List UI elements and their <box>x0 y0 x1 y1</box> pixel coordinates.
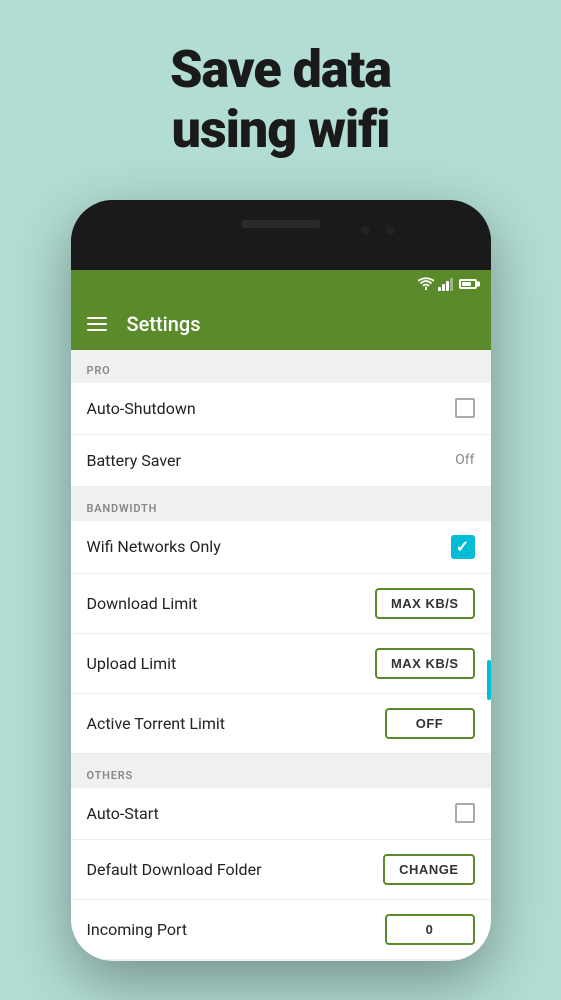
page-header: Save data using wifi <box>0 0 561 190</box>
incoming-port-label: Incoming Port <box>87 920 188 939</box>
app-toolbar: Settings <box>71 298 491 350</box>
row-upload-limit: Upload Limit MAX KB/S <box>71 634 491 694</box>
section-pro-header: PRO <box>71 350 491 383</box>
active-torrent-label: Active Torrent Limit <box>87 714 226 733</box>
phone-mockup: Settings PRO Auto-Shutdown Battery Saver… <box>0 190 561 961</box>
row-default-download-folder: Default Download Folder CHANGE <box>71 840 491 900</box>
headline: Save data using wifi <box>0 40 561 160</box>
auto-start-checkbox[interactable] <box>455 803 475 823</box>
wifi-status-icon <box>418 277 434 290</box>
download-limit-label: Download Limit <box>87 594 198 613</box>
battery-saver-label: Battery Saver <box>87 451 181 470</box>
wifi-networks-checkbox[interactable]: ✓ <box>451 535 475 559</box>
change-folder-button[interactable]: CHANGE <box>383 854 474 885</box>
upload-limit-button[interactable]: MAX KB/S <box>375 648 475 679</box>
settings-content: PRO Auto-Shutdown Battery Saver Off BAND… <box>71 350 491 961</box>
active-torrent-button[interactable]: OFF <box>385 708 475 739</box>
phone-body: Settings PRO Auto-Shutdown Battery Saver… <box>71 200 491 961</box>
signal-icon <box>438 277 453 291</box>
section-others-header: OTHERS <box>71 755 491 788</box>
section-bandwidth-header: BANDWIDTH <box>71 488 491 521</box>
wifi-networks-label: Wifi Networks Only <box>87 537 221 556</box>
row-auto-start: Auto-Start <box>71 788 491 840</box>
default-download-folder-label: Default Download Folder <box>87 860 262 879</box>
upload-limit-label: Upload Limit <box>87 654 177 673</box>
hamburger-menu-icon[interactable] <box>87 317 107 331</box>
battery-saver-value: Off <box>455 452 474 468</box>
auto-start-label: Auto-Start <box>87 804 159 823</box>
auto-shutdown-checkbox[interactable] <box>455 398 475 418</box>
toolbar-title: Settings <box>127 312 201 336</box>
checkmark-icon: ✓ <box>456 539 469 555</box>
phone-speaker <box>241 220 321 228</box>
section-bandwidth: BANDWIDTH Wifi Networks Only ✓ Download … <box>71 488 491 754</box>
incoming-port-button[interactable]: 0 <box>385 914 475 945</box>
row-wifi-networks: Wifi Networks Only ✓ <box>71 521 491 574</box>
status-icons <box>418 277 477 291</box>
status-bar <box>71 270 491 298</box>
section-pro: PRO Auto-Shutdown Battery Saver Off <box>71 350 491 487</box>
scrollbar-indicator <box>487 660 491 700</box>
row-battery-saver[interactable]: Battery Saver Off <box>71 435 491 487</box>
row-download-limit: Download Limit MAX KB/S <box>71 574 491 634</box>
row-active-torrent-limit: Active Torrent Limit OFF <box>71 694 491 754</box>
row-auto-shutdown: Auto-Shutdown <box>71 383 491 435</box>
auto-shutdown-label: Auto-Shutdown <box>87 399 196 418</box>
battery-icon <box>459 279 477 289</box>
phone-bezel-top <box>71 200 491 270</box>
section-others: OTHERS Auto-Start Default Download Folde… <box>71 755 491 960</box>
row-incoming-port: Incoming Port 0 <box>71 900 491 960</box>
download-limit-button[interactable]: MAX KB/S <box>375 588 475 619</box>
